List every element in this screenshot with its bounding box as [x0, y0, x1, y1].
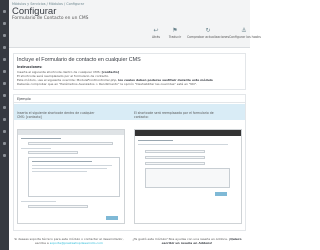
instructions-heading: Incluye el Formulario de contacto en cua…	[17, 57, 141, 63]
sidebar-nav-icon[interactable]	[3, 130, 6, 133]
screenshot-button	[215, 192, 227, 196]
example-contact-form-screenshot	[134, 129, 242, 224]
screenshot-line	[138, 140, 173, 142]
sidebar	[0, 0, 9, 250]
sidebar-nav-icon[interactable]	[3, 94, 6, 97]
instruction-line: Deberás comprobar que en "Parámetros Ava…	[17, 81, 198, 86]
screenshot-line	[21, 138, 61, 140]
page-subtitle: Formulario de Contacto en un CMS	[12, 16, 89, 21]
sidebar-nav-icon[interactable]	[3, 142, 6, 145]
sidebar-nav-icon[interactable]	[3, 118, 6, 121]
support-note: Si deseas soporte técnico para este módu…	[13, 237, 125, 246]
screenshot-field	[145, 162, 205, 165]
check-updates-button[interactable]: ↻ Comprobar actualizaciones	[187, 27, 230, 40]
sidebar-nav-icon[interactable]	[3, 82, 6, 85]
breadcrumb-separator: /	[63, 2, 66, 6]
example-right-caption: El shortcode será reemplazado por el for…	[134, 111, 214, 119]
screenshot-line	[138, 144, 228, 146]
sidebar-nav-icon[interactable]	[3, 70, 6, 73]
page-header: Módulos y Servicios / Módulos / Configur…	[9, 0, 261, 48]
refresh-icon: ↻	[205, 27, 211, 34]
sidebar-nav-icon[interactable]	[3, 58, 6, 61]
back-icon: ↩	[153, 27, 159, 34]
sidebar-nav-icon[interactable]	[3, 22, 6, 25]
screenshot-button	[106, 216, 118, 220]
check-updates-label: Comprobar actualizaciones	[187, 35, 230, 39]
screenshot-line	[32, 165, 112, 167]
flag-icon: ⚑	[172, 27, 178, 34]
anchor-icon: ⚓	[241, 27, 247, 34]
configure-hooks-label: Configurar los hooks	[229, 35, 261, 39]
screenshot-textarea	[145, 168, 230, 188]
sidebar-nav-icon[interactable]	[3, 34, 6, 37]
screenshot-toolbar	[18, 130, 124, 135]
sidebar-nav-icon[interactable]	[3, 106, 6, 109]
screenshot-field	[145, 150, 205, 153]
screenshot-line	[21, 148, 51, 150]
footer: Si deseas soporte técnico para este módu…	[13, 236, 246, 248]
screenshot-field	[28, 151, 78, 154]
sidebar-nav-icon[interactable]	[3, 10, 6, 13]
example-left-caption: Inserta el siguiente shortcode dentro de…	[17, 111, 95, 119]
screenshot-editor	[28, 157, 120, 197]
example-panel: Ejemplo Inserta el siguiente shortcode d…	[13, 94, 246, 231]
support-email-link[interactable]: soporte@prestashopdesarrollo.com	[50, 241, 103, 245]
breadcrumb-item: Configurar	[66, 2, 85, 6]
sidebar-nav-icon[interactable]	[3, 46, 6, 49]
example-panel-header: Ejemplo	[14, 95, 245, 103]
toolbar: ↩ Atrás ⚑ Traducir ↻ Comprobar actualiza…	[149, 27, 261, 44]
screenshot-field	[28, 205, 88, 208]
review-note: ¿Te gustó este módulo? Nos ayudas con un…	[131, 237, 243, 246]
screenshot-field	[28, 142, 113, 145]
screenshot-line	[21, 201, 56, 203]
configure-hooks-button[interactable]: ⚓ Configurar los hooks	[229, 27, 261, 40]
instructions-section-label: Instrucciones:	[17, 65, 43, 69]
screenshot-line	[32, 171, 87, 173]
example-cms-screenshot	[17, 129, 125, 224]
screenshot-store-header	[135, 130, 241, 136]
sidebar-nav-icon[interactable]	[3, 154, 6, 157]
example-title: Ejemplo	[17, 97, 31, 101]
screenshot-line	[32, 168, 107, 170]
translate-button[interactable]: ⚑ Traducir	[165, 27, 185, 40]
screenshot-line	[32, 161, 92, 163]
screenshot-field	[145, 156, 205, 159]
back-label: Atrás	[151, 35, 161, 39]
translate-label: Traducir	[168, 35, 182, 39]
back-button[interactable]: ↩ Atrás	[149, 27, 163, 40]
instructions-panel: Incluye el Formulario de contacto en cua…	[13, 53, 246, 90]
